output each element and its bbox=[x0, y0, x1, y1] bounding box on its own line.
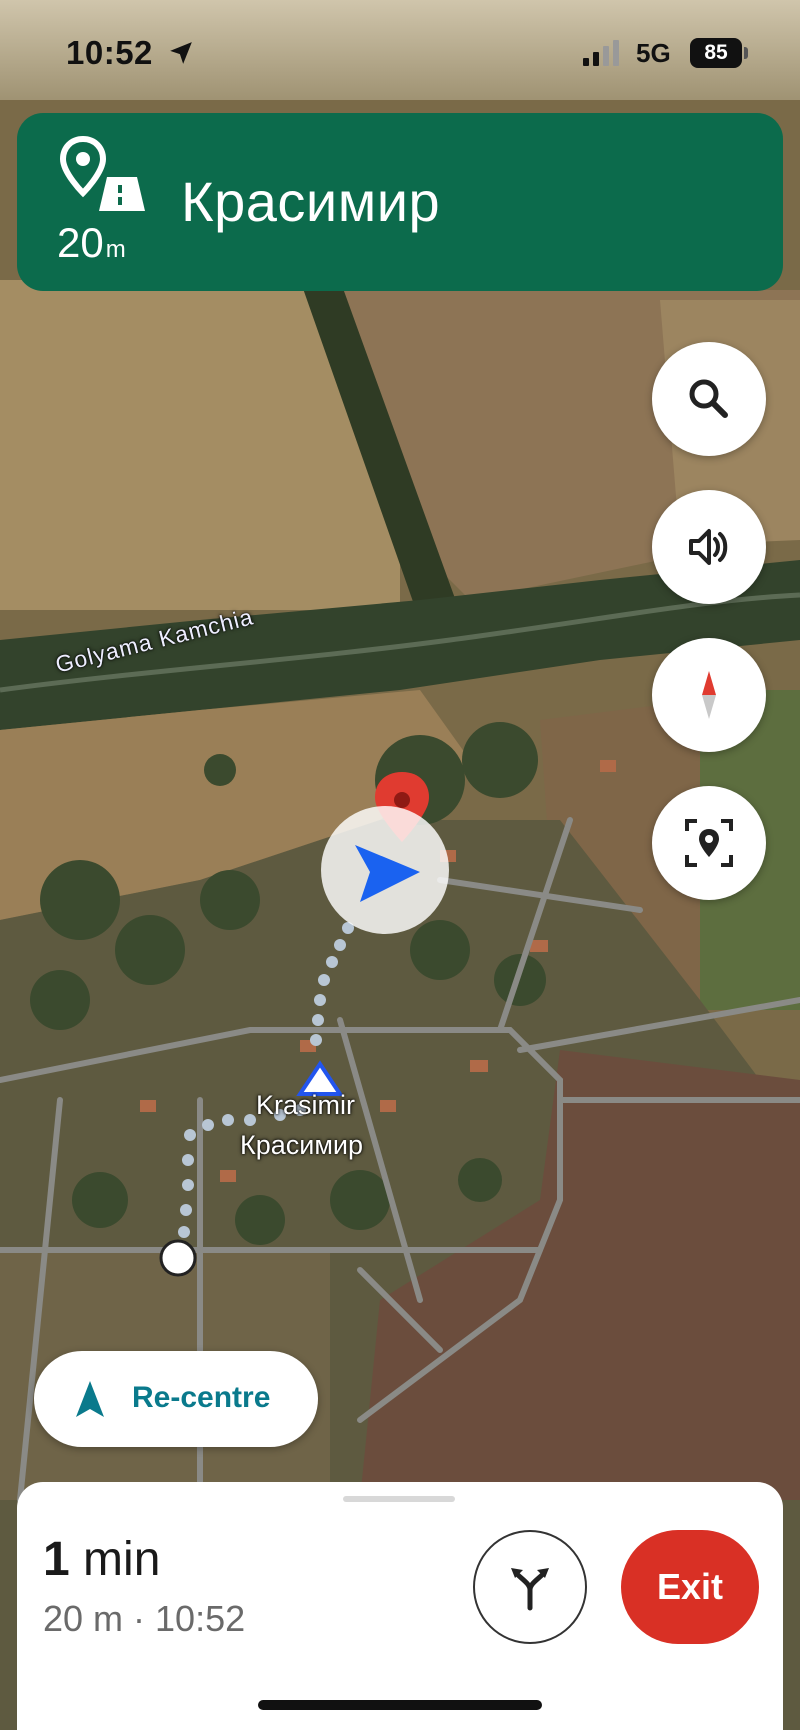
volume-icon bbox=[689, 529, 728, 565]
compass-icon bbox=[702, 671, 716, 719]
search-button[interactable] bbox=[652, 342, 766, 456]
maneuver-distance: 20m bbox=[57, 219, 126, 267]
street-name: Красимир bbox=[181, 170, 441, 233]
navigation-arrow-icon bbox=[76, 1381, 104, 1417]
eta-details: 20 m · 10:52 bbox=[43, 1598, 246, 1639]
battery-indicator: 85 bbox=[690, 38, 742, 68]
place-label-latin: Krasimir bbox=[256, 1090, 355, 1120]
compass-button[interactable] bbox=[652, 638, 766, 752]
status-bar: 10:52 5G 85 bbox=[0, 0, 800, 100]
route-fork-icon bbox=[511, 1568, 549, 1611]
place-label-cyrillic: Красимир bbox=[240, 1130, 364, 1160]
network-type: 5G bbox=[636, 38, 671, 68]
battery-nub bbox=[744, 47, 748, 59]
recentre-label: Re-centre bbox=[132, 1381, 271, 1414]
eta-unit: min bbox=[83, 1533, 161, 1586]
eta-duration: 1 min bbox=[43, 1532, 160, 1587]
exit-button[interactable]: Exit bbox=[621, 1530, 759, 1644]
home-indicator[interactable] bbox=[258, 1700, 542, 1710]
signal-icon bbox=[583, 40, 619, 66]
sheet-drag-handle[interactable] bbox=[343, 1496, 455, 1502]
status-time: 10:52 bbox=[66, 34, 153, 71]
destination-pin-icon bbox=[59, 135, 145, 211]
volume-button[interactable] bbox=[652, 490, 766, 604]
maneuver-distance-unit: m bbox=[105, 236, 126, 263]
location-arrow-icon bbox=[170, 42, 192, 64]
navigation-banner[interactable]: 20m Красимир bbox=[17, 113, 783, 291]
location-report-icon bbox=[685, 819, 733, 867]
maneuver-distance-value: 20 bbox=[57, 219, 104, 266]
search-icon bbox=[689, 379, 728, 418]
navigation-screen: 10:52 5G 85 20m Красимир Golyama Kamchia… bbox=[0, 0, 800, 1730]
location-report-button[interactable] bbox=[652, 786, 766, 900]
recentre-button[interactable]: Re-centre bbox=[34, 1351, 318, 1447]
eta-number: 1 bbox=[43, 1533, 70, 1586]
alternate-routes-button[interactable] bbox=[473, 1530, 587, 1644]
trip-sheet[interactable]: 1 min 20 m · 10:52 Exit bbox=[17, 1482, 783, 1730]
